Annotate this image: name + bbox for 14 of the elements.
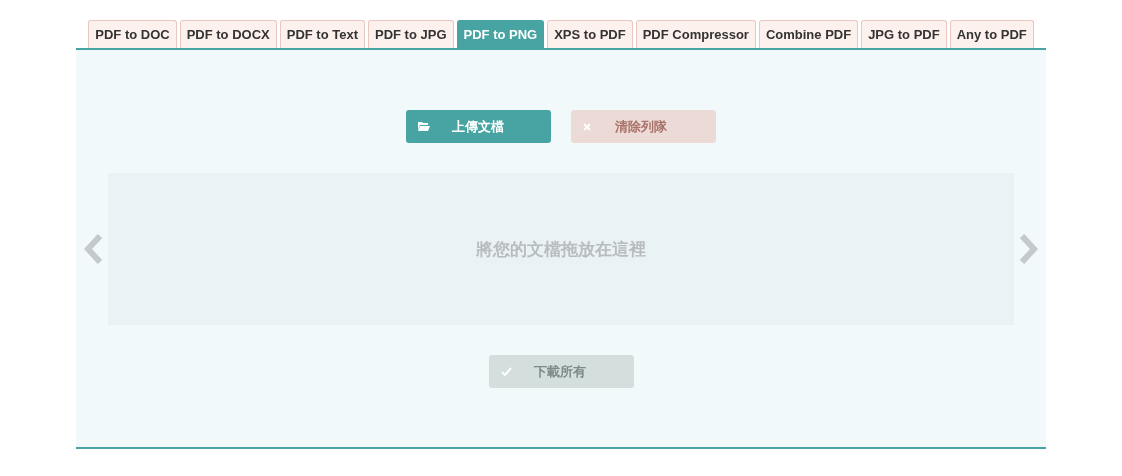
tab[interactable]: PDF Compressor: [635, 20, 756, 48]
tab[interactable]: Any to PDF: [949, 20, 1034, 48]
tab[interactable]: JPG to PDF: [861, 20, 947, 48]
tab[interactable]: PDF to JPG: [368, 20, 454, 48]
tab[interactable]: PDF to DOC: [88, 20, 177, 48]
next-icon[interactable]: [1018, 234, 1038, 264]
folder-icon: [418, 122, 430, 131]
previous-icon[interactable]: [84, 234, 104, 264]
tab[interactable]: Combine PDF: [758, 20, 859, 48]
tab[interactable]: PDF to DOCX: [179, 20, 277, 48]
check-icon: [500, 367, 512, 376]
tab[interactable]: PDF to Text: [279, 20, 365, 48]
tab[interactable]: XPS to PDF: [547, 20, 633, 48]
close-icon: [583, 122, 591, 131]
